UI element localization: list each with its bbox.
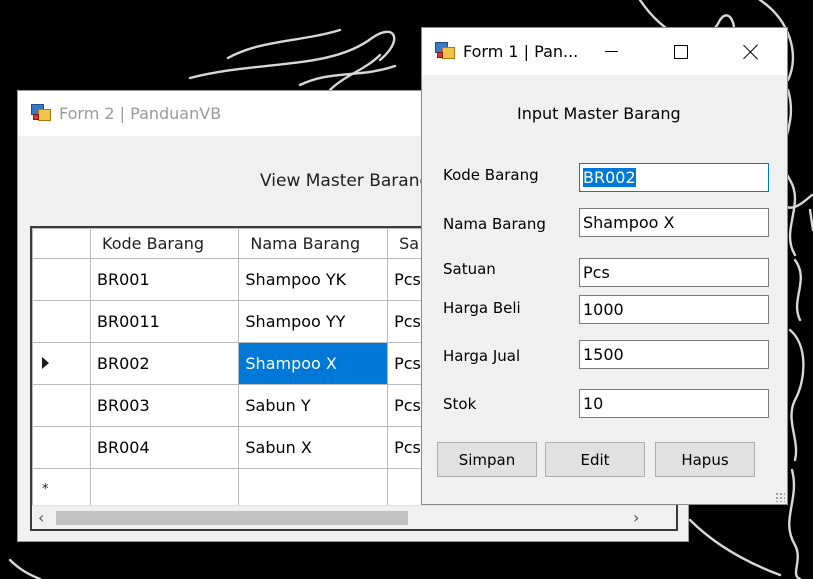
harga-beli-field[interactable]: 1000 [579,295,769,324]
close-button[interactable] [728,28,774,75]
form1-title: Form 1 | Pan... [463,42,579,61]
form1-window: Form 1 | Pan... Input Master Barang Kode… [421,27,788,505]
cell-kode[interactable]: BR003 [90,384,240,427]
cell-kode[interactable]: BR002 [90,342,240,385]
row-header[interactable] [32,300,92,343]
cell-kode[interactable]: BR004 [90,426,240,469]
edit-button[interactable]: Edit [545,442,645,477]
scroll-left-icon[interactable]: ‹ [38,508,44,527]
label-harga-beli: Harga Beli [443,299,521,317]
form1-titlebar[interactable]: Form 1 | Pan... [422,28,787,75]
label-harga-jual: Harga Jual [443,347,521,365]
row-header[interactable]: * [32,468,92,507]
scroll-thumb[interactable] [56,511,408,525]
cell-nama-selected[interactable]: Shampoo X [238,342,389,385]
label-stok: Stok [443,395,477,413]
form2-title: Form 2 | PanduanVB [59,104,222,123]
cell-nama[interactable]: Sabun X [238,426,389,469]
maximize-icon [674,44,688,59]
minimize-icon [604,51,618,52]
kode-barang-value: BR002 [583,168,636,187]
row-header[interactable] [32,426,92,469]
nama-barang-field[interactable]: Shampoo X [579,208,769,237]
minimize-button[interactable] [588,28,634,75]
harga-jual-field[interactable]: 1500 [579,340,769,369]
satuan-field[interactable]: Pcs [579,258,769,287]
row-header[interactable] [32,342,92,385]
new-row-star-icon: * [42,482,49,497]
horizontal-scrollbar[interactable]: ‹ › [32,505,676,529]
cell-nama[interactable]: Sabun Y [238,384,389,427]
cell-nama-new[interactable] [238,468,389,507]
column-header-nama[interactable]: Nama Barang [238,228,389,259]
label-satuan: Satuan [443,260,496,278]
cell-kode-new[interactable] [90,468,240,507]
hapus-button[interactable]: Hapus [655,442,755,477]
row-header[interactable] [32,384,92,427]
row-header[interactable] [32,258,92,301]
cell-kode[interactable]: BR001 [90,258,240,301]
cell-nama[interactable]: Shampoo YK [238,258,389,301]
view-heading: View Master Barang [260,171,431,191]
scroll-right-icon[interactable]: › [633,508,639,527]
cell-nama[interactable]: Shampoo YY [238,300,389,343]
maximize-button[interactable] [658,28,704,75]
close-icon [743,44,759,60]
current-row-arrow-icon [42,357,49,369]
column-header-kode[interactable]: Kode Barang [90,228,240,259]
label-kode-barang: Kode Barang [443,166,539,184]
row-header-corner[interactable] [32,228,92,259]
kode-barang-field[interactable]: BR002 [579,163,769,192]
app-icon[interactable] [31,103,51,123]
stok-field[interactable]: 10 [579,389,769,418]
app-icon[interactable] [435,41,455,61]
cell-kode[interactable]: BR0011 [90,300,240,343]
simpan-button[interactable]: Simpan [437,442,537,477]
label-nama-barang: Nama Barang [443,215,546,233]
input-heading: Input Master Barang [517,104,681,123]
resize-grip[interactable] [775,492,785,502]
